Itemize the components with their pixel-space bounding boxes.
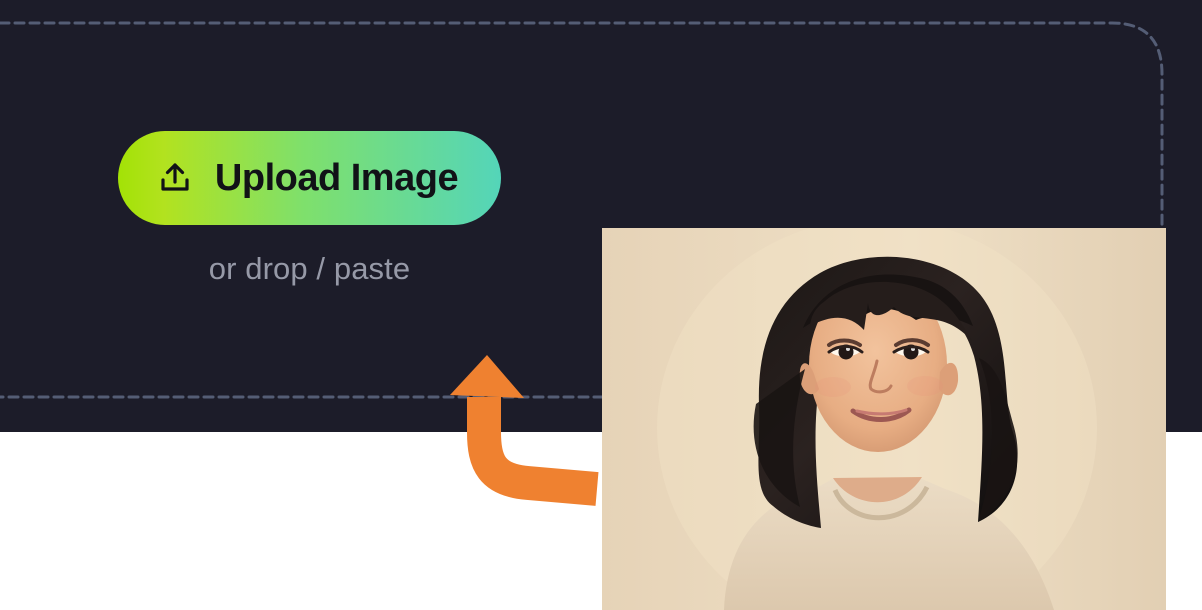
upload-icon <box>161 163 189 191</box>
upload-image-label: Upload Image <box>214 157 459 199</box>
drop-paste-hint: or drop / paste <box>208 251 411 286</box>
portrait-image <box>602 228 1166 610</box>
upload-screen: Upload Image or drop / paste <box>0 0 1202 610</box>
curved-arrow-icon <box>450 355 599 506</box>
upload-image-button[interactable]: Upload Image <box>118 131 501 225</box>
uploaded-portrait-preview <box>602 228 1166 610</box>
